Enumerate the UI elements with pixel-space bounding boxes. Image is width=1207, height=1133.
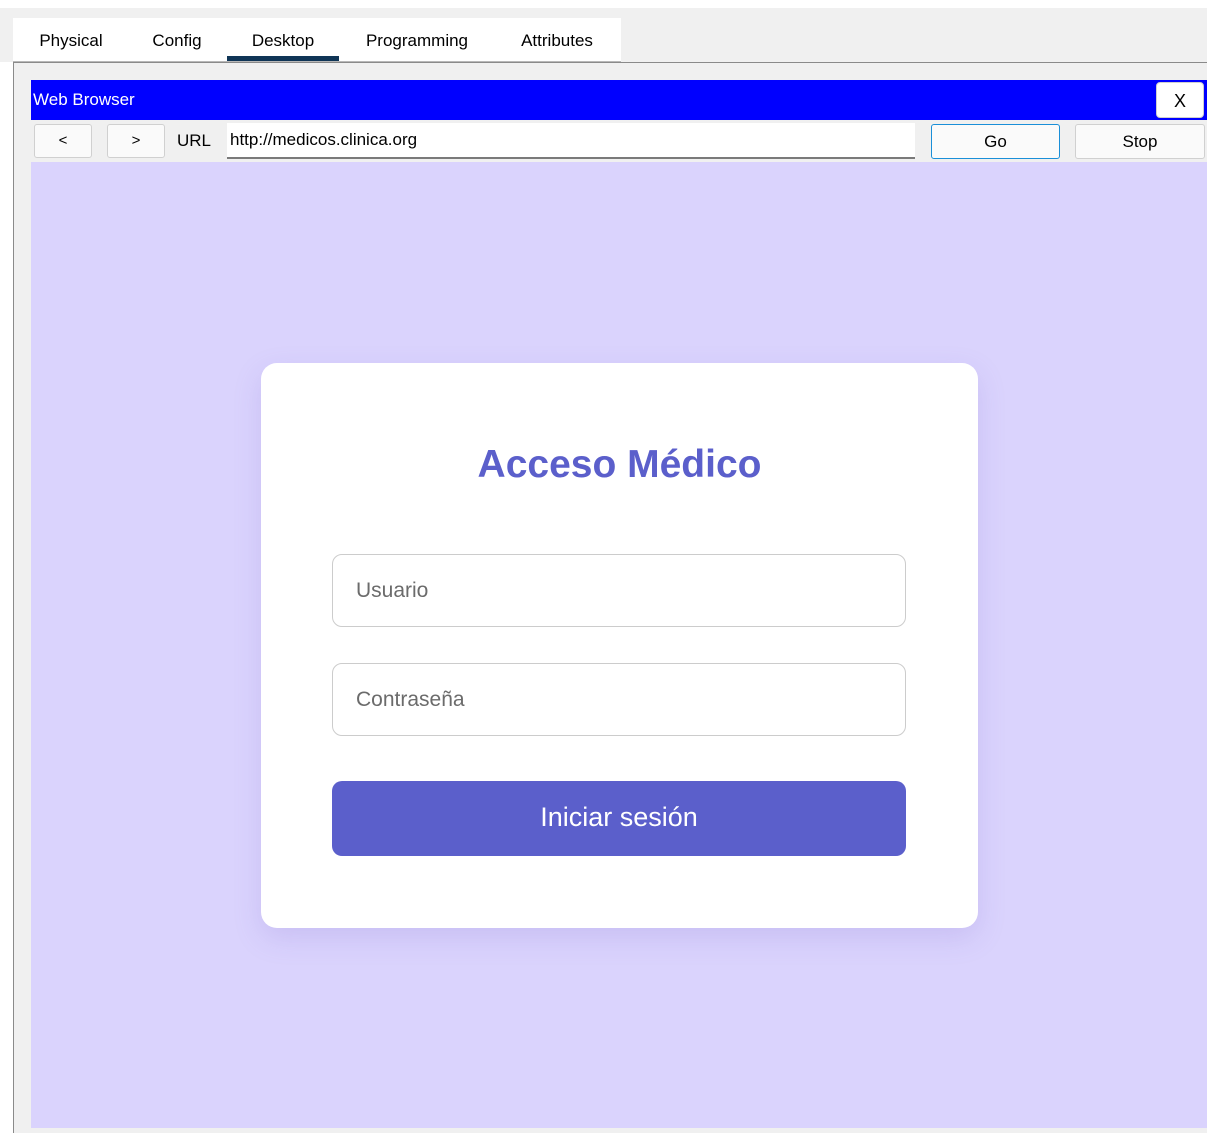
login-title: Acceso Médico xyxy=(477,443,762,486)
window-title: Web Browser xyxy=(33,90,135,109)
browser-viewport: Acceso Médico Iniciar sesión xyxy=(31,162,1207,1128)
login-card: Acceso Médico Iniciar sesión xyxy=(261,363,978,928)
tab-attributes[interactable]: Attributes xyxy=(503,18,611,61)
close-button[interactable]: X xyxy=(1156,82,1204,118)
password-input[interactable] xyxy=(332,663,906,736)
go-button[interactable]: Go xyxy=(931,124,1060,159)
stop-button[interactable]: Stop xyxy=(1075,124,1205,159)
tab-config[interactable]: Config xyxy=(141,18,213,61)
url-input[interactable] xyxy=(227,123,915,159)
url-label: URL xyxy=(177,131,212,150)
device-tabs: Physical Config Desktop Programming Attr… xyxy=(13,18,621,62)
login-button[interactable]: Iniciar sesión xyxy=(332,781,906,856)
back-button[interactable]: < xyxy=(34,124,92,158)
tab-desktop[interactable]: Desktop xyxy=(227,18,339,61)
username-input[interactable] xyxy=(332,554,906,627)
tab-physical[interactable]: Physical xyxy=(21,18,121,61)
tab-programming[interactable]: Programming xyxy=(349,18,485,61)
browser-titlebar: Web Browser X xyxy=(31,80,1207,120)
browser-toolbar: < > URL Go Stop xyxy=(31,120,1207,162)
top-strip xyxy=(0,0,1207,8)
forward-button[interactable]: > xyxy=(107,124,165,158)
